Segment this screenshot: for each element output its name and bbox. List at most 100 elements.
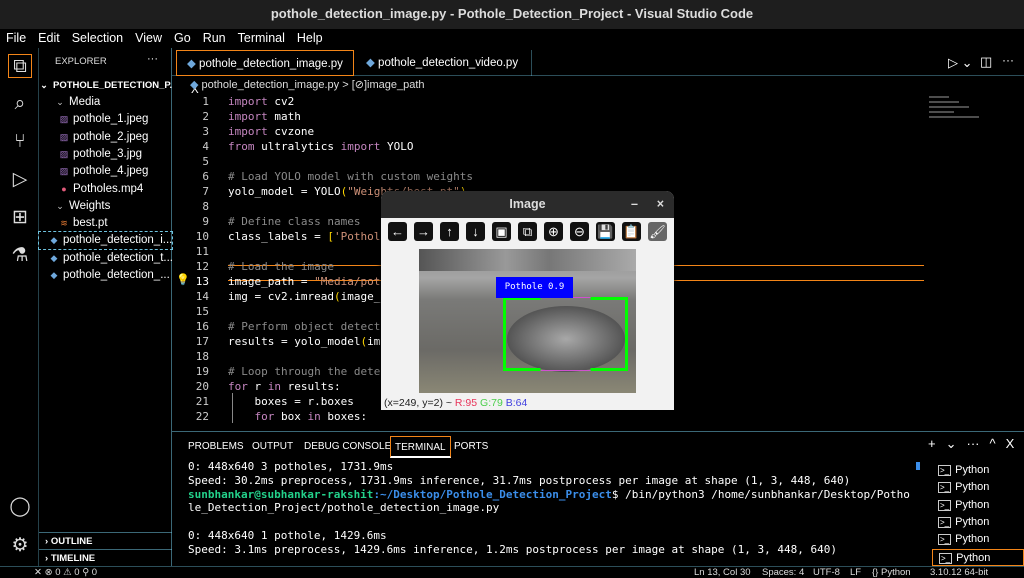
line-number: 10 [195,230,209,243]
menu-run[interactable]: Run [197,29,232,48]
toolbar-button[interactable]: ⧉ [518,222,537,241]
new-terminal-button[interactable]: + [928,436,936,452]
breadcrumb-file[interactable]: pothole_detection_image.py [202,79,340,91]
panel-tab-ports[interactable]: PORTS [450,436,492,458]
bounding-box [503,297,628,371]
toolbar-button[interactable]: ← [388,222,407,241]
search-icon[interactable]: ⌕ [8,92,32,116]
terminal-scrollbar[interactable] [916,462,920,470]
project-folder[interactable]: ⌄ POTHOLE_DETECTION_P... [39,77,172,94]
pixel-b: B:64 [505,397,528,409]
language-mode[interactable]: {} Python [872,567,911,578]
panel-tab-debug-console[interactable]: DEBUG CONSOLE [300,436,395,458]
explorer-sidebar: EXPLORER ··· ⌄ POTHOLE_DETECTION_P... › O… [38,48,173,566]
more-actions-button[interactable]: ··· [1002,53,1014,67]
tree-item-folder[interactable]: ⌄ Weights [39,198,172,215]
run-python-button[interactable]: ▷ ⌄ [948,55,973,71]
breadcrumb-symbol[interactable]: image_path [367,79,425,91]
panel-tab-problems[interactable]: PROBLEMS [184,436,248,458]
maximize-panel-button[interactable]: ^ [990,436,996,452]
tree-item-image[interactable]: ▨ pothole_2.jpeg [39,129,172,146]
tree-item-python[interactable]: ◆ pothole_detection_... [39,267,172,284]
terminal-instance[interactable]: >_ Python [932,497,1024,514]
menu-bar: File Edit Selection View Go Run Terminal Help [0,29,1024,48]
code-line: image_path = "Media/pot [228,274,380,289]
tree-item-image[interactable]: ▨ pothole_4.jpeg [39,163,172,180]
image-icon: ▨ [59,114,69,125]
toolbar-button[interactable]: 💾 [596,222,615,241]
eol[interactable]: LF [850,567,861,578]
tab-pothole-detection-video[interactable]: ◆ pothole_detection_video.py [356,50,532,76]
toolbar-button[interactable]: ↓ [466,222,485,241]
extensions-icon[interactable]: ⊞ [8,206,32,230]
python-interpreter[interactable]: 3.10.12 64-bit [930,567,988,578]
terminal-dropdown[interactable]: ⌄ [946,436,957,452]
files-icon[interactable]: ⧉ [8,54,32,78]
menu-terminal[interactable]: Terminal [232,29,291,48]
run-debug-icon[interactable]: ▷ [8,168,32,192]
toolbar-button[interactable]: ⊕ [544,222,563,241]
terminal-icon: >_ [938,482,952,494]
indentation[interactable]: Spaces: 4 [762,567,804,578]
tree-item-label: pothole_1.jpeg [73,113,149,126]
close-button[interactable]: × [657,191,664,218]
tab-pothole-detection-image[interactable]: ◆ pothole_detection_image.py X [176,50,354,96]
menu-file[interactable]: File [0,29,32,48]
encoding[interactable]: UTF-8 [813,567,840,578]
split-editor-icon[interactable]: ◫ [980,54,992,70]
panel-tab-terminal[interactable]: TERMINAL [390,436,451,458]
outline-section[interactable]: › OUTLINE [39,532,172,549]
terminal-name: Python [955,498,990,511]
code-line: # Loop through the dete [228,364,380,379]
tree-item-image[interactable]: ▨ pothole_1.jpeg [39,111,172,128]
panel-tab-output[interactable]: OUTPUT [248,436,297,458]
menu-edit[interactable]: Edit [32,29,66,48]
terminal-instance[interactable]: >_ Python [932,514,1024,531]
line-number: 18 [195,350,209,363]
opencv-image-window: Image – × Pothole 0.9 (x=249, y=2) ~ R:9… [381,191,674,410]
menu-view[interactable]: View [129,29,168,48]
code-line: boxes = r.boxes [228,394,353,409]
settings-gear-icon[interactable]: ⚙ [8,534,32,558]
tree-item-rss[interactable]: ≋ best.pt [39,215,172,232]
terminal-instance[interactable]: >_ Python [932,479,1024,496]
pothole-image[interactable]: Pothole 0.9 [419,249,636,393]
pixel-coords: (x=249, y=2) ~ [384,397,455,409]
cursor-position[interactable]: Ln 13, Col 30 [694,567,751,578]
tree-item-label: best.pt [73,217,108,230]
explorer-more-button[interactable]: ··· [147,53,158,65]
timeline-label: TIMELINE [50,553,96,564]
code-token: [ [327,230,334,243]
close-panel-button[interactable]: X [1006,436,1015,452]
toolbar-button[interactable]: → [414,222,433,241]
toolbar-button[interactable]: 🖌 [648,222,667,241]
terminal-instance[interactable]: >_ Python [932,548,1024,566]
terminal-text: 0: 448x640 3 potholes, 1731.9ms [188,460,394,473]
tree-item-image[interactable]: ▨ pothole_3.jpg [39,146,172,163]
terminal-instance[interactable]: >_ Python [932,462,1024,479]
code-token: # Load YOLO model with custom weights [228,170,474,183]
source-control-icon[interactable]: ⑂ [8,130,32,154]
toolbar-button[interactable]: ↑ [440,222,459,241]
menu-selection[interactable]: Selection [66,29,129,48]
python-icon: ◆ [190,79,202,91]
terminal-instance[interactable]: >_ Python [932,531,1024,548]
problems-status[interactable]: ✕ ⊗ 0 ⚠ 0 ⚲ 0 [34,567,97,578]
tree-item-python[interactable]: ◆ pothole_detection_t... [39,250,172,267]
toolbar-button[interactable]: 📋 [622,222,641,241]
line-number: 20 [195,380,209,393]
account-icon[interactable]: ◯ [8,495,32,519]
timeline-section[interactable]: › TIMELINE [39,549,172,566]
tree-item-folder[interactable]: ⌄ Media [39,94,172,111]
code-token: "Media/pot [314,275,381,288]
toolbar-button[interactable]: ⊖ [570,222,589,241]
minimize-button[interactable]: – [631,191,638,218]
panel-more-button[interactable]: ··· [967,436,980,452]
menu-help[interactable]: Help [291,29,329,48]
toolbar-button[interactable]: ▣ [492,222,511,241]
minimap[interactable] [926,93,986,153]
menu-go[interactable]: Go [168,29,197,48]
tree-item-video[interactable]: ● Potholes.mp4 [39,181,172,198]
tree-item-python[interactable]: ◆ pothole_detection_i... [38,231,173,251]
testing-icon[interactable]: ⚗ [8,244,32,268]
